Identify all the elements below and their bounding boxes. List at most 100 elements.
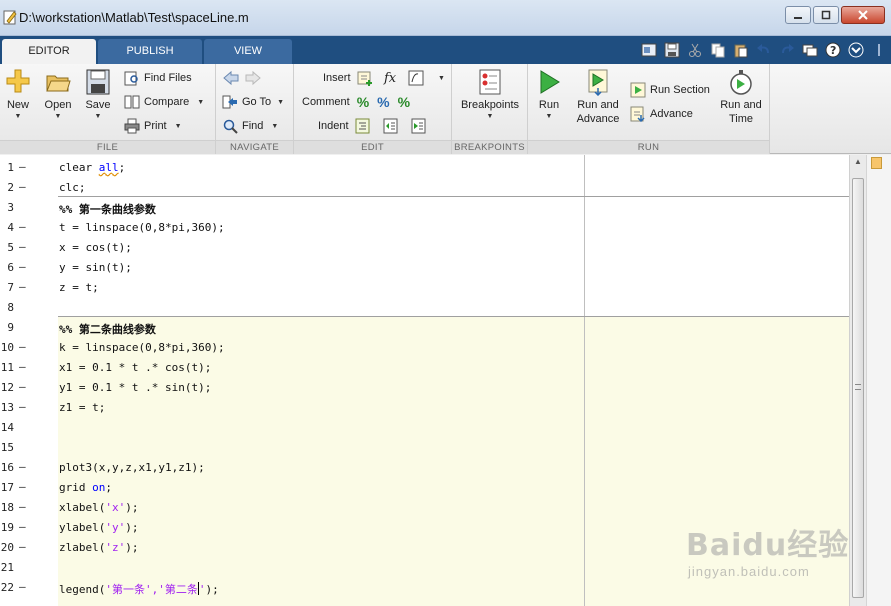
indent-label: Indent — [318, 120, 349, 132]
line-number-row: 14 — [0, 417, 40, 437]
go-to-label: Go To — [242, 96, 272, 108]
cut-button[interactable] — [685, 40, 705, 60]
redo-button[interactable] — [777, 40, 797, 60]
code-line[interactable]: plot3(x,y,z,x1,y1,z1); — [0, 457, 849, 477]
code-line[interactable]: x = cos(t); — [0, 237, 849, 257]
forward-arrow-icon[interactable] — [244, 70, 262, 86]
comment-button[interactable]: Comment % % % — [302, 93, 410, 111]
chevron-down-icon: ▼ — [174, 122, 182, 130]
insert-button[interactable]: Insert — [323, 69, 377, 87]
minimize-button[interactable] — [785, 6, 811, 24]
undo-button[interactable] — [754, 40, 774, 60]
window-title: D:\workstation\Matlab\Test\spaceLine.m — [19, 10, 249, 25]
increase-indent-icon[interactable] — [383, 118, 399, 134]
open-label: Open — [44, 99, 72, 111]
advance-icon — [630, 106, 645, 122]
tab-publish[interactable]: PUBLISH — [98, 39, 202, 64]
code-line[interactable]: clc; — [0, 177, 849, 197]
edit-caption: EDIT — [294, 140, 451, 154]
decrease-indent-icon[interactable] — [411, 118, 427, 134]
code-line[interactable]: %% 第二条曲线参数 — [0, 317, 849, 337]
run-and-advance-label-2: Advance — [576, 113, 620, 125]
chevron-down-icon: ▼ — [438, 74, 445, 82]
chevron-down-icon: ▼ — [545, 113, 553, 120]
find-files-button[interactable]: Find Files — [124, 69, 192, 87]
new-button[interactable]: New ▼ — [2, 68, 34, 122]
title-bar: D:\workstation\Matlab\Test\spaceLine.m — [0, 0, 891, 36]
compare-icon — [124, 95, 140, 109]
layout-button[interactable] — [639, 40, 659, 60]
function-browser-icon — [408, 70, 424, 86]
insert-function-button[interactable]: fx — [384, 69, 396, 87]
scroll-up-icon[interactable]: ▲ — [853, 157, 863, 167]
baidu-watermark: Baidu经验 jingyan.baidu.com — [686, 520, 876, 592]
code-line[interactable]: clear all; — [0, 157, 849, 177]
switch-windows-button[interactable] — [800, 40, 820, 60]
tab-editor[interactable]: EDITOR — [2, 39, 96, 64]
code-line[interactable]: z = t; — [0, 277, 849, 297]
restore-button[interactable] — [813, 6, 839, 24]
restore-icon — [821, 10, 831, 20]
print-label: Print — [144, 120, 167, 132]
line-number-row: 15 — [0, 437, 40, 457]
breakpoints-label: Breakpoints — [460, 99, 520, 111]
fx-icon: fx — [384, 70, 397, 86]
run-and-advance-button[interactable]: Run and Advance — [572, 68, 624, 126]
printer-icon — [124, 118, 140, 134]
comment-label: Comment — [302, 96, 350, 108]
open-button[interactable]: Open ▼ — [40, 68, 76, 122]
advance-button[interactable]: Advance — [630, 105, 693, 123]
expand-toolstrip-button[interactable] — [869, 40, 889, 60]
window-controls — [783, 6, 885, 26]
run-button[interactable]: Run ▼ — [532, 68, 566, 122]
find-button[interactable]: Find ▼ — [222, 117, 278, 135]
paste-button[interactable] — [731, 40, 751, 60]
code-line[interactable]: %% 第一条曲线参数 — [0, 197, 849, 217]
code-line[interactable]: k = linspace(0,8*pi,360); — [0, 337, 849, 357]
watermark-url: jingyan.baidu.com — [688, 564, 810, 579]
close-button[interactable] — [841, 6, 885, 24]
insert-fx-options-button[interactable]: ▼ — [408, 69, 445, 87]
navigate-caption: NAVIGATE — [216, 140, 293, 154]
code-line[interactable]: z1 = t; — [0, 397, 849, 417]
run-and-time-button[interactable]: Run and Time — [714, 68, 768, 126]
indent-button[interactable]: Indent — [318, 117, 431, 135]
uncomment-icon[interactable]: % — [377, 94, 389, 110]
run-caption: RUN — [528, 140, 769, 154]
insert-label: Insert — [323, 72, 351, 84]
grip-icon — [878, 44, 880, 56]
code-line[interactable]: y1 = 0.1 * t .* sin(t); — [0, 377, 849, 397]
help-button[interactable]: ? — [823, 40, 843, 60]
tab-view[interactable]: VIEW — [204, 39, 292, 64]
file-caption: FILE — [0, 140, 215, 154]
back-arrow-icon[interactable] — [222, 70, 240, 86]
code-line[interactable]: xlabel('x'); — [0, 497, 849, 517]
run-section-button[interactable]: Run Section — [630, 81, 710, 99]
code-line[interactable]: grid on; — [0, 477, 849, 497]
compare-button[interactable]: Compare ▼ — [124, 93, 204, 111]
code-line[interactable]: x1 = 0.1 * t .* cos(t); — [0, 357, 849, 377]
go-to-button[interactable]: Go To ▼ — [222, 93, 284, 111]
chevron-down-icon: ▼ — [486, 113, 494, 120]
copy-button[interactable] — [708, 40, 728, 60]
wrap-comments-icon[interactable]: % — [398, 94, 410, 110]
run-label: Run — [538, 99, 560, 111]
code-line[interactable]: y = sin(t); — [0, 257, 849, 277]
toolstrip-options-button[interactable] — [846, 40, 866, 60]
save-button[interactable]: Save ▼ — [80, 68, 116, 122]
breakpoints-section: Breakpoints ▼ BREAKPOINTS — [452, 64, 528, 154]
run-and-advance-label-1: Run and — [577, 99, 619, 111]
new-plus-icon — [6, 69, 30, 93]
save-label: Save — [85, 99, 111, 111]
code-line[interactable]: t = linspace(0,8*pi,360); — [0, 217, 849, 237]
percent-comment-icon: % — [356, 94, 370, 110]
qa-save-button[interactable] — [662, 40, 682, 60]
back-forward-buttons — [222, 69, 266, 87]
print-button[interactable]: Print ▼ — [124, 117, 182, 135]
file-section: New ▼ Open ▼ Save ▼ Find Files Compare ▼… — [0, 64, 216, 154]
code-analyzer-indicator[interactable] — [871, 157, 882, 169]
breakpoints-button[interactable]: Breakpoints ▼ — [456, 68, 524, 122]
undo-icon — [757, 44, 769, 54]
chevron-down-icon: ▼ — [277, 98, 285, 106]
save-icon — [664, 42, 680, 58]
